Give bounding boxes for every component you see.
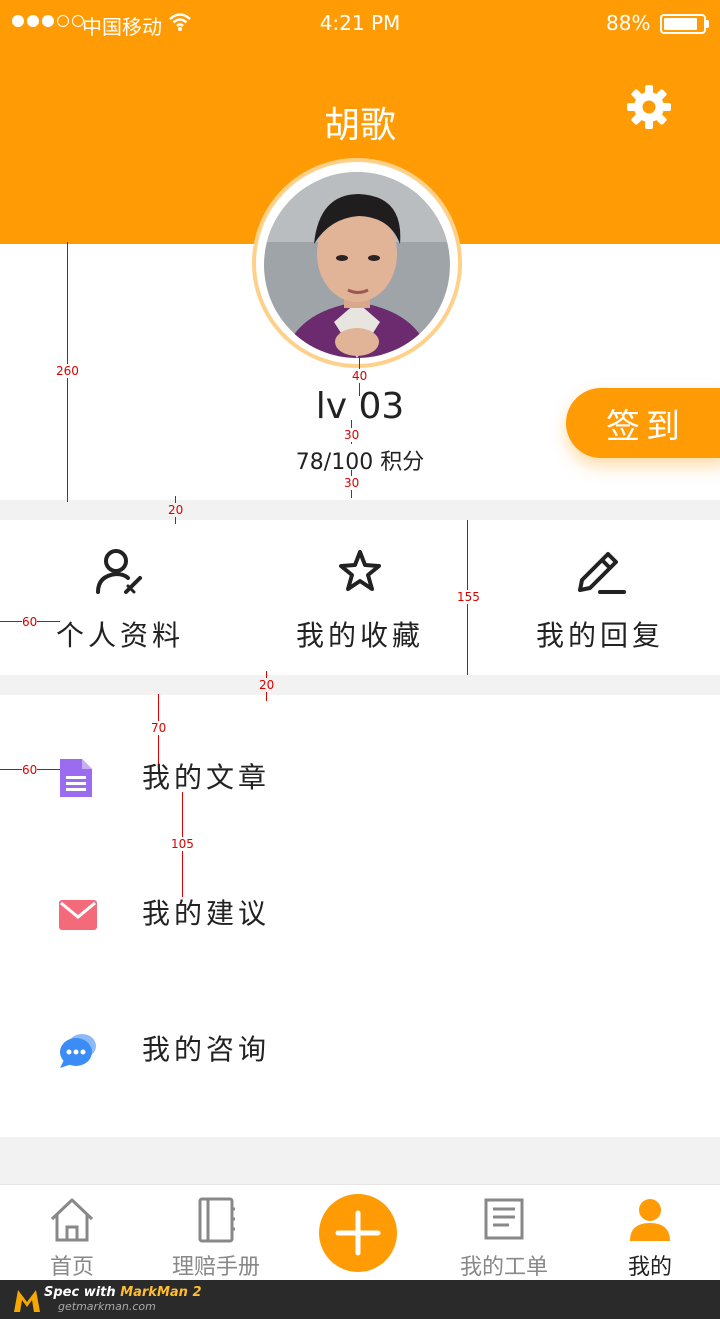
gear-icon[interactable] <box>626 84 672 130</box>
tab-worksheet[interactable]: 我的工单 <box>432 1185 576 1281</box>
signin-button[interactable]: 签到 <box>566 388 720 458</box>
divider <box>0 675 720 695</box>
divider <box>0 500 720 520</box>
quick-actions: 个人资料 我的收藏 我的回复 <box>0 520 720 675</box>
spec-label: 30 <box>344 476 360 490</box>
avatar[interactable] <box>264 172 450 358</box>
spec-label: 20 <box>259 678 275 692</box>
list-item-suggestions[interactable]: 我的建议 <box>0 846 720 982</box>
spec-label: 60 <box>22 615 38 629</box>
divider <box>0 1137 720 1184</box>
tab-mine[interactable]: 我的 <box>578 1185 720 1281</box>
page-title: 胡歌 <box>323 105 396 146</box>
spec-label: 40 <box>352 369 368 383</box>
chat-icon <box>60 1034 96 1068</box>
watermark-url: getmarkman.com <box>58 1300 156 1313</box>
tab-label: 我的 <box>627 1255 672 1280</box>
tab-label: 首页 <box>49 1255 94 1280</box>
battery-percent: 88% <box>606 11 651 35</box>
tab-label: 我的工单 <box>459 1255 548 1280</box>
markman-watermark: Spec with MarkMan 2 getmarkman.com <box>0 1280 720 1319</box>
watermark-brand: MarkMan 2 <box>120 1285 202 1300</box>
battery-icon <box>660 14 706 34</box>
spec-label: 20 <box>168 503 184 517</box>
quick-item-profile[interactable]: 个人资料 <box>0 520 240 675</box>
spec-label: 70 <box>151 721 167 735</box>
quick-item-replies[interactable]: 我的回复 <box>480 520 720 675</box>
markman-logo-icon <box>14 1290 40 1312</box>
profile-page: 中国移动 4:21 PM 88% 胡歌 lv 03 78/100 积分 签到 个… <box>0 0 720 1319</box>
plus-icon <box>335 1210 381 1256</box>
tab-manual[interactable]: 理赔手册 <box>144 1185 288 1281</box>
spec-label: 260 <box>56 364 79 378</box>
status-bar: 中国移动 4:21 PM 88% <box>0 0 720 48</box>
add-button[interactable] <box>319 1194 397 1272</box>
home-icon <box>50 1198 94 1242</box>
person-icon <box>630 1199 670 1241</box>
list-item-consult[interactable]: 我的咨询 <box>0 982 720 1118</box>
notebook-icon <box>198 1197 235 1243</box>
spec-label: 155 <box>457 590 480 604</box>
spec-label: 105 <box>171 837 194 851</box>
quick-item-favorites[interactable]: 我的收藏 <box>240 520 480 675</box>
tab-label: 理赔手册 <box>171 1255 260 1280</box>
quick-item-label: 我的收藏 <box>295 619 424 652</box>
list-item-articles[interactable]: 我的文章 <box>0 710 720 846</box>
user-edit-icon <box>96 549 142 594</box>
worksheet-icon <box>484 1198 524 1240</box>
mail-icon <box>59 900 97 930</box>
watermark-prefix: Spec with <box>44 1285 116 1300</box>
quick-item-label: 我的回复 <box>535 619 664 652</box>
list-item-label: 我的咨询 <box>142 1033 271 1066</box>
spec-label: 60 <box>22 763 38 777</box>
star-icon <box>339 550 381 591</box>
pencil-icon <box>578 552 626 594</box>
list-item-label: 我的文章 <box>142 761 271 794</box>
document-icon <box>60 759 92 797</box>
spec-label: 30 <box>344 428 360 442</box>
list-item-label: 我的建议 <box>142 897 271 930</box>
tab-home[interactable]: 首页 <box>0 1185 144 1281</box>
